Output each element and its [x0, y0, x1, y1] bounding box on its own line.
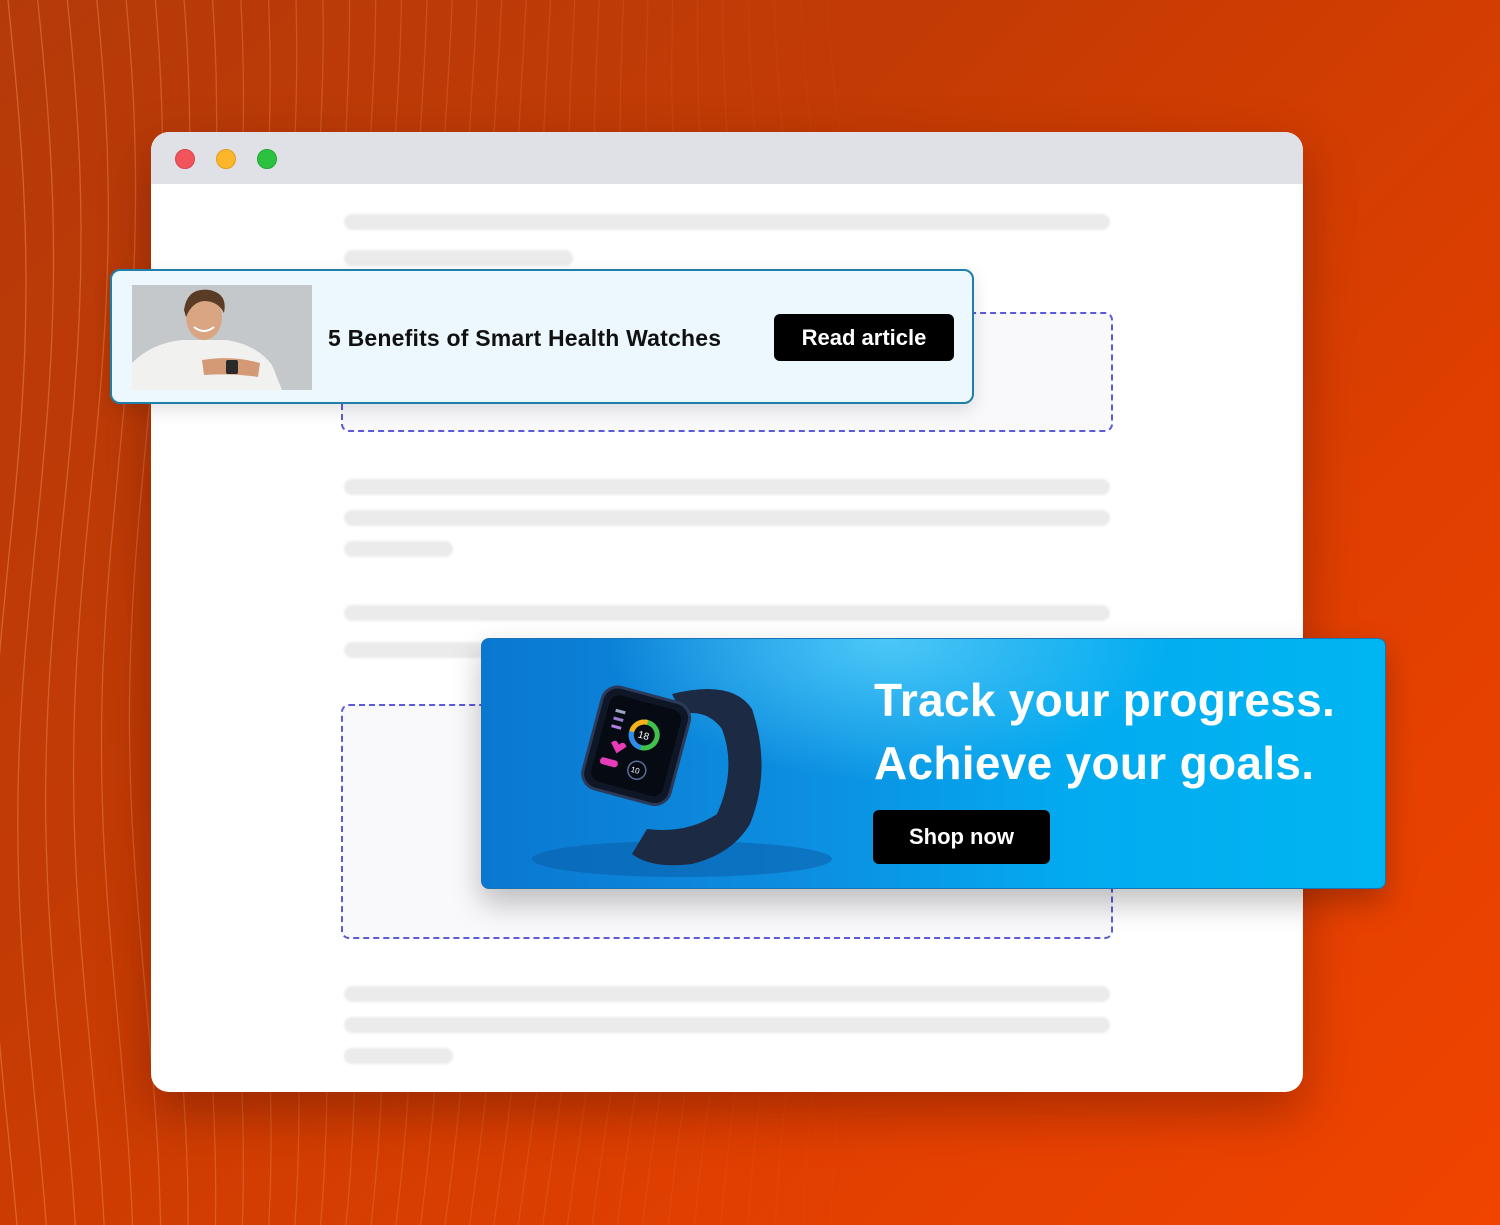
- placeholder-line: [344, 250, 573, 266]
- placeholder-line: [344, 1048, 453, 1064]
- headline-line-2: Achieve your goals.: [874, 737, 1315, 789]
- banner-headline: Track your progress. Achieve your goals.: [874, 669, 1335, 795]
- placeholder-line: [344, 1017, 1110, 1033]
- shop-now-button[interactable]: Shop now: [873, 810, 1050, 864]
- background-wave-line: [72, 0, 109, 1225]
- article-recommendation-card[interactable]: 5 Benefits of Smart Health Watches Read …: [110, 269, 974, 404]
- maximize-window-button[interactable]: [257, 149, 277, 169]
- background-wave-line: [0, 0, 27, 1225]
- article-thumbnail[interactable]: [132, 285, 312, 390]
- headline-line-1: Track your progress.: [874, 674, 1336, 726]
- background-wave-line: [44, 0, 82, 1225]
- minimize-window-button[interactable]: [216, 149, 236, 169]
- article-title[interactable]: 5 Benefits of Smart Health Watches: [328, 325, 721, 352]
- placeholder-line: [344, 214, 1110, 230]
- smartwatch-image: 18 10: [532, 685, 832, 877]
- window-titlebar: [151, 132, 1303, 184]
- placeholder-line: [344, 986, 1110, 1002]
- man-with-smartwatch-image: [132, 285, 312, 390]
- placeholder-line: [344, 510, 1110, 526]
- read-article-button[interactable]: Read article: [774, 314, 954, 361]
- background-wave-line: [100, 0, 137, 1225]
- placeholder-line: [344, 479, 1110, 495]
- smartwatch-ad-banner[interactable]: 18 10 Track your progress. Achieve your …: [481, 638, 1386, 889]
- placeholder-line: [344, 605, 1110, 621]
- close-window-button[interactable]: [175, 149, 195, 169]
- placeholder-line: [344, 541, 453, 557]
